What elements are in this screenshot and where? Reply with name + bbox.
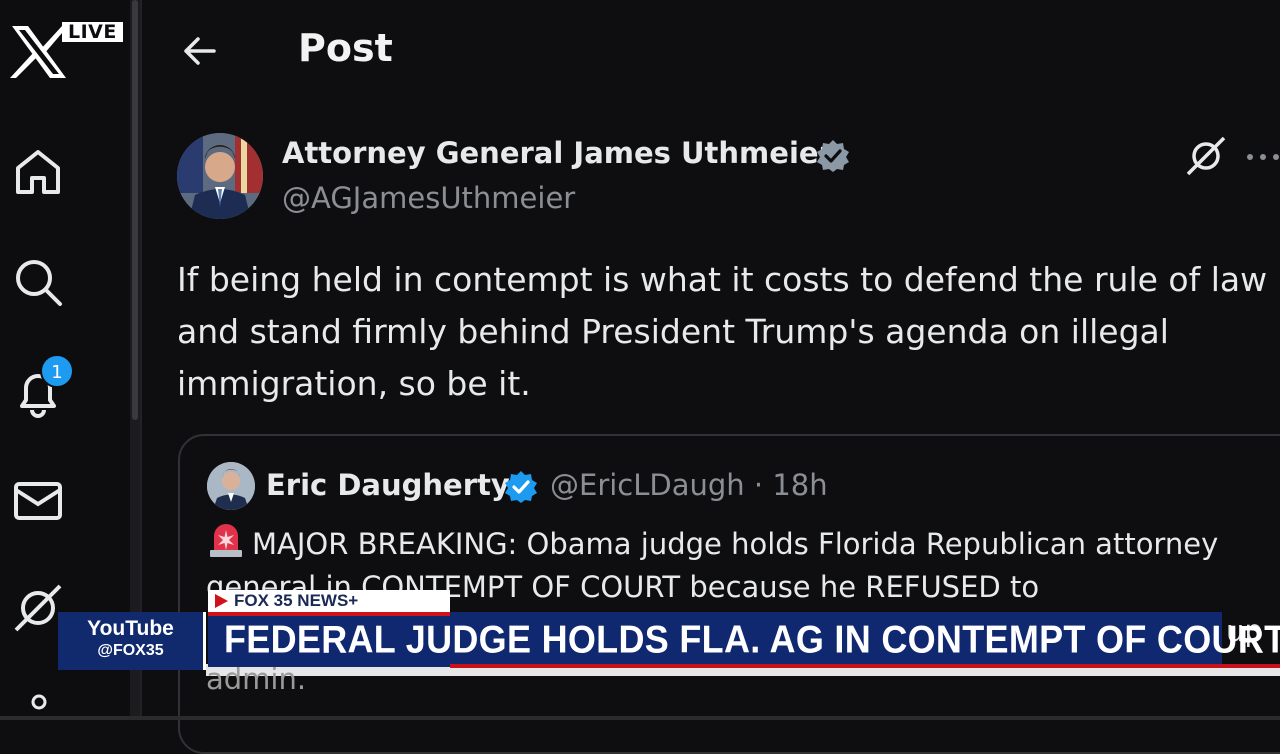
network-tag-underline	[208, 612, 450, 616]
live-badge: LIVE	[62, 22, 123, 42]
headline-text: FEDERAL JUDGE HOLDS FLA. AG IN CONTEMPT …	[224, 617, 1280, 662]
grok-icon[interactable]	[1186, 136, 1226, 176]
network-tag: FOX 35 NEWS+	[208, 590, 450, 612]
back-arrow-icon[interactable]	[180, 34, 218, 68]
network-name: FOX 35 NEWS+	[234, 591, 359, 610]
more-options-icon[interactable]	[1245, 152, 1280, 162]
siren-emoji-icon	[210, 524, 242, 557]
author-name[interactable]: Attorney General James Uthmeier	[282, 136, 833, 170]
x-logo-icon[interactable]	[8, 24, 70, 80]
author-avatar[interactable]	[177, 133, 263, 219]
post-text: If being held in contempt is what it cos…	[177, 260, 1268, 403]
home-icon[interactable]	[12, 146, 64, 198]
page-title: Post	[298, 26, 393, 70]
youtube-handle: @FOX35	[97, 642, 164, 659]
mail-icon[interactable]	[12, 474, 64, 526]
notification-count-badge: 1	[40, 354, 74, 388]
headline-red-rule	[450, 664, 1280, 668]
quote-author-avatar[interactable]	[207, 462, 255, 510]
verified-badge-icon	[817, 140, 849, 172]
author-handle[interactable]: @AGJamesUthmeier	[282, 181, 575, 215]
scrollbar-thumb[interactable]	[132, 0, 138, 420]
window-bottom-edge	[0, 716, 1280, 720]
quote-handle-and-time[interactable]: @EricLDaugh · 18h	[550, 468, 828, 502]
youtube-label: YouTube	[87, 617, 174, 640]
search-icon[interactable]	[12, 256, 64, 308]
grok-icon[interactable]	[12, 582, 64, 634]
quote-author-name[interactable]: Eric Daugherty	[266, 468, 510, 502]
youtube-channel-badge: YouTube @FOX35	[58, 612, 206, 670]
play-triangle-icon	[215, 594, 228, 608]
verified-badge-icon	[505, 471, 537, 503]
overflow-text-fragment-2: admin.	[206, 662, 307, 696]
user-icon[interactable]	[28, 694, 50, 716]
